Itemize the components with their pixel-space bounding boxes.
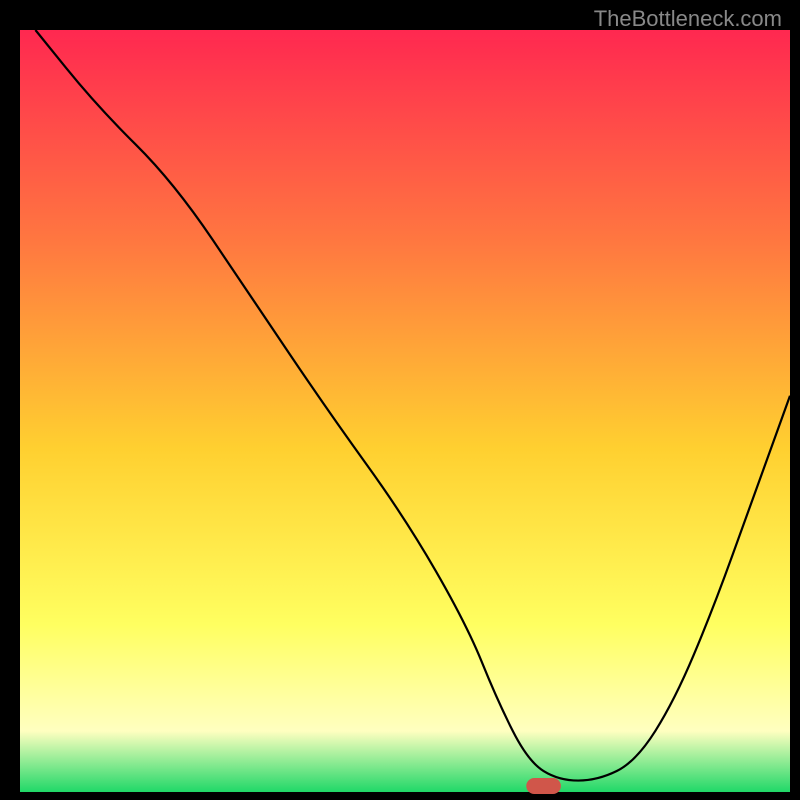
chart-container: TheBottleneck.com <box>0 0 800 800</box>
watermark-text: TheBottleneck.com <box>594 6 782 32</box>
bottleneck-chart <box>0 0 800 800</box>
optimal-marker <box>526 778 561 794</box>
